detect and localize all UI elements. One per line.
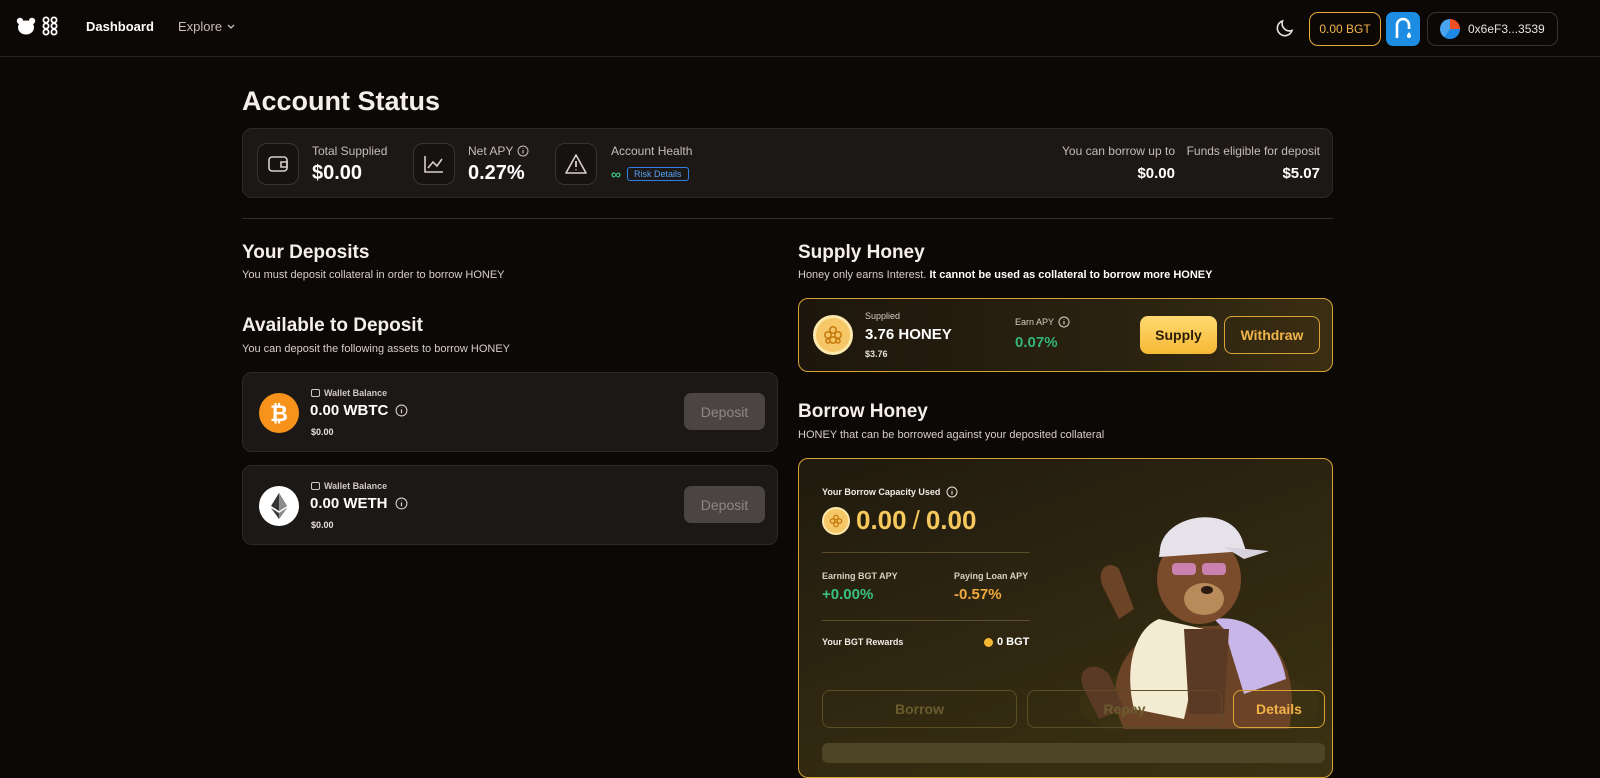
borrow-button[interactable]: Borrow xyxy=(822,690,1017,728)
chart-icon-box xyxy=(413,143,455,185)
bgt-rewards-value-group: 0 BGT xyxy=(984,636,1029,648)
divider xyxy=(822,620,1030,621)
info-icon[interactable] xyxy=(1058,316,1070,328)
divider xyxy=(822,552,1030,553)
borrow-capacity-total: 0.00 xyxy=(925,505,977,535)
bgt-rewards-label: Your BGT Rewards xyxy=(822,637,904,647)
wallet-button[interactable]: 0x6eF3...3539 xyxy=(1427,12,1558,46)
small-wallet-icon xyxy=(311,389,320,397)
bear-logo-icon xyxy=(16,17,36,35)
nav-dashboard[interactable]: Dashboard xyxy=(86,19,154,34)
paying-loan-apy-value: -0.57% xyxy=(954,586,1002,603)
total-supplied-value: $0.00 xyxy=(312,162,363,184)
earn-apy-value: 0.07% xyxy=(1015,334,1058,351)
funds-eligible-value: $5.07 xyxy=(1282,165,1320,182)
total-supplied-label: Total Supplied xyxy=(312,144,388,158)
weth-amount-group: 0.00 WETH xyxy=(310,495,408,512)
available-to-deposit-title: Available to Deposit xyxy=(242,315,423,336)
account-status-card: Total Supplied $0.00 Net APY 0.27% Accou… xyxy=(242,128,1333,198)
your-deposits-title: Your Deposits xyxy=(242,242,370,263)
info-icon[interactable] xyxy=(517,145,529,157)
supply-button[interactable]: Supply xyxy=(1140,316,1217,354)
wbtc-amount: 0.00 WBTC xyxy=(310,402,389,419)
wallet-avatar xyxy=(1440,19,1460,39)
borrow-used-value: 0.00 xyxy=(856,505,907,535)
svg-text:₿: ₿ xyxy=(270,402,288,426)
borrow-capacity-label: Your Borrow Capacity Used xyxy=(822,487,941,497)
borrow-capacity-value: 0.00 / 0.00 xyxy=(822,505,976,536)
deposit-weth-button[interactable]: Deposit xyxy=(684,486,765,523)
wallet-icon-box xyxy=(257,143,299,185)
warning-icon-box xyxy=(555,143,597,185)
page-title: Account Status xyxy=(242,86,441,116)
supplied-amount: 3.76 HONEY xyxy=(865,326,952,343)
borrow-honey-card: Your Borrow Capacity Used 0.00 / 0.00 Ea… xyxy=(798,458,1333,778)
account-health-label: Account Health xyxy=(611,144,693,158)
earn-apy-label: Earn APY xyxy=(1015,317,1055,327)
borrow-up-to-label: You can borrow up to xyxy=(1062,144,1175,158)
bgt-rewards-value: 0 BGT xyxy=(997,636,1030,648)
account-health-group: ∞ Risk Details xyxy=(611,166,689,182)
wbtc-amount-group: 0.00 WBTC xyxy=(310,402,408,419)
wallet-balance-label: Wallet Balance xyxy=(311,388,387,398)
withdraw-button[interactable]: Withdraw xyxy=(1224,316,1320,354)
funds-eligible-label: Funds eligible for deposit xyxy=(1186,144,1320,158)
available-to-deposit-subtitle: You can deposit the following assets to … xyxy=(242,343,511,355)
moon-icon[interactable] xyxy=(1273,16,1297,40)
section-divider xyxy=(242,218,1333,219)
supply-honey-title: Supply Honey xyxy=(798,242,925,263)
weth-usd: $0.00 xyxy=(311,520,334,530)
bitcoin-icon: ₿ xyxy=(259,393,299,433)
asset-card-wbtc: ₿ Wallet Balance 0.00 WBTC $0.00 Deposit xyxy=(242,372,778,452)
borrow-honey-subtitle: HONEY that can be borrowed against your … xyxy=(798,429,1105,441)
small-wallet-icon xyxy=(311,482,320,490)
nav-explore-label: Explore xyxy=(178,19,223,34)
honey-icon xyxy=(813,315,853,355)
bgt-balance-button[interactable]: 0.00 BGT xyxy=(1309,12,1381,46)
risk-details-button[interactable]: Risk Details xyxy=(626,167,689,181)
wallet-address: 0x6eF3...3539 xyxy=(1468,22,1545,36)
supply-honey-subtitle: Honey only earns Interest. It cannot be … xyxy=(798,269,1213,281)
honey-icon xyxy=(822,506,850,535)
weth-amount: 0.00 WETH xyxy=(310,495,388,512)
ethereum-icon xyxy=(259,486,299,526)
info-icon[interactable] xyxy=(946,486,958,498)
details-button[interactable]: Details xyxy=(1233,690,1325,728)
bgt-coin-icon xyxy=(984,637,993,647)
asset-card-weth: Wallet Balance 0.00 WETH $0.00 Deposit xyxy=(242,465,778,545)
borrow-capacity-label-group: Your Borrow Capacity Used xyxy=(822,486,958,498)
faucet-button[interactable] xyxy=(1386,12,1420,46)
bottom-bar xyxy=(822,743,1325,763)
paying-loan-apy-label: Paying Loan APY xyxy=(954,571,1029,581)
borrow-honey-title: Borrow Honey xyxy=(798,401,928,422)
borrow-up-to-value: $0.00 xyxy=(1137,165,1175,182)
wallet-icon xyxy=(268,156,288,172)
warning-icon xyxy=(565,154,587,174)
health-value: ∞ xyxy=(611,166,621,182)
chain-logo-icon xyxy=(42,16,58,36)
earning-bgt-apy-label: Earning BGT APY xyxy=(822,571,898,581)
net-apy-value: 0.27% xyxy=(468,162,525,184)
earning-bgt-apy-value: +0.00% xyxy=(822,586,874,603)
wbtc-usd: $0.00 xyxy=(311,427,334,437)
repay-button[interactable]: Repay xyxy=(1027,690,1222,728)
wallet-balance-label: Wallet Balance xyxy=(311,481,387,491)
nav-explore[interactable]: Explore xyxy=(178,19,235,34)
your-deposits-subtitle: You must deposit collateral in order to … xyxy=(242,269,505,281)
supplied-usd: $3.76 xyxy=(865,349,888,359)
faucet-icon xyxy=(1395,17,1411,38)
supply-honey-card: Supplied 3.76 HONEY $3.76 Earn APY 0.07%… xyxy=(798,298,1333,372)
logo[interactable] xyxy=(16,16,58,36)
line-chart-icon xyxy=(424,156,443,173)
deposit-wbtc-button[interactable]: Deposit xyxy=(684,393,765,430)
chevron-down-icon xyxy=(227,24,235,29)
top-nav: Dashboard Explore 0.00 BGT 0x6eF3...3539 xyxy=(0,0,1600,57)
info-icon[interactable] xyxy=(395,497,408,510)
supplied-label: Supplied xyxy=(865,311,901,321)
info-icon[interactable] xyxy=(395,404,408,417)
net-apy-label: Net APY xyxy=(468,144,514,158)
net-apy-label-group: Net APY xyxy=(468,144,529,158)
earn-apy-label-group: Earn APY xyxy=(1015,316,1070,328)
